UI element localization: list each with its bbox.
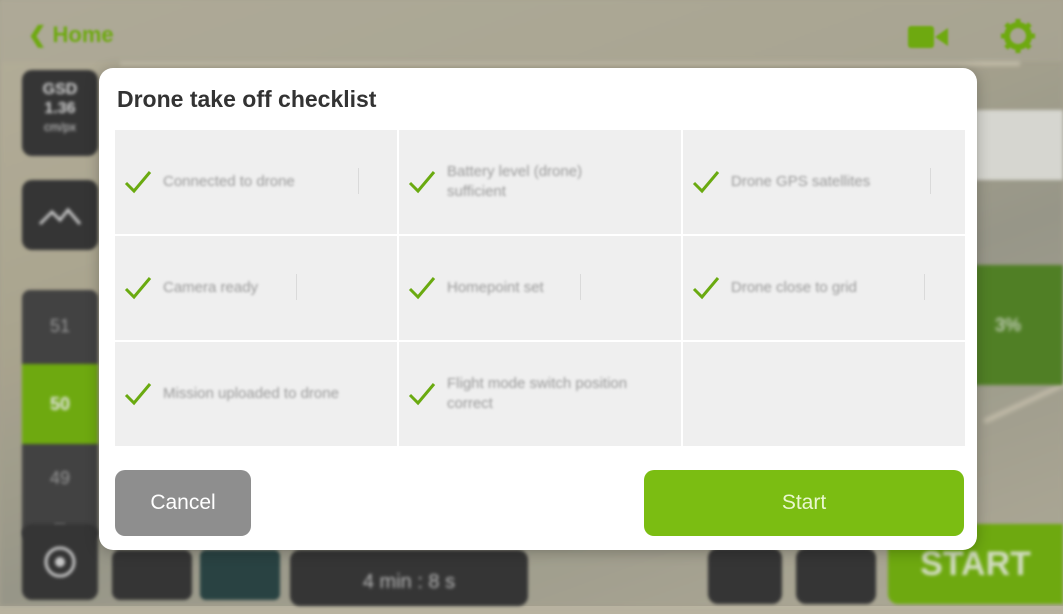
cell-divider	[930, 168, 931, 194]
checkmark-icon	[408, 171, 436, 194]
checklist-item: Mission uploaded to drone	[115, 342, 397, 446]
checklist-item-label: Flight mode switch position correct	[447, 375, 628, 412]
checklist-item-label: Homepoint set	[447, 279, 544, 296]
cell-divider	[358, 168, 359, 194]
cell-divider	[580, 274, 581, 300]
checklist-item-label: Connected to drone	[163, 173, 295, 190]
cell-divider	[296, 274, 297, 300]
checkmark-icon	[124, 171, 152, 194]
takeoff-checklist-dialog: Drone take off checklist Connected to dr…	[99, 68, 977, 550]
checkmark-icon	[124, 383, 152, 406]
checklist-item: Connected to drone	[115, 130, 397, 234]
checklist-item: Flight mode switch position correct	[399, 342, 681, 446]
checklist-item: Camera ready	[115, 236, 397, 340]
cancel-button[interactable]: Cancel	[115, 470, 251, 536]
dialog-title: Drone take off checklist	[117, 86, 377, 112]
checklist-item: Drone GPS satellites	[683, 130, 965, 234]
checklist-item: Battery level (drone) sufficient	[399, 130, 681, 234]
checklist-item-label: Camera ready	[163, 279, 259, 296]
checkmark-icon	[692, 277, 720, 300]
cell-divider	[924, 274, 925, 300]
checklist-item-label: Drone GPS satellites	[731, 173, 871, 190]
checklist-item-label: Mission uploaded to drone	[163, 385, 339, 402]
checklist-item: Homepoint set	[399, 236, 681, 340]
start-button[interactable]: Start	[644, 470, 964, 536]
checklist-item-label	[731, 342, 921, 446]
checkmark-icon	[124, 277, 152, 300]
checkmark-icon	[408, 383, 436, 406]
checklist-item: Drone close to grid	[683, 236, 965, 340]
checklist-item-label: Drone close to grid	[731, 279, 857, 296]
checklist-grid: Connected to drone Battery level (drone)…	[115, 130, 965, 446]
checkmark-icon	[408, 277, 436, 300]
checklist-item-label: Battery level (drone) sufficient	[447, 163, 583, 200]
checklist-item-empty	[683, 342, 965, 446]
checkmark-icon	[692, 171, 720, 194]
